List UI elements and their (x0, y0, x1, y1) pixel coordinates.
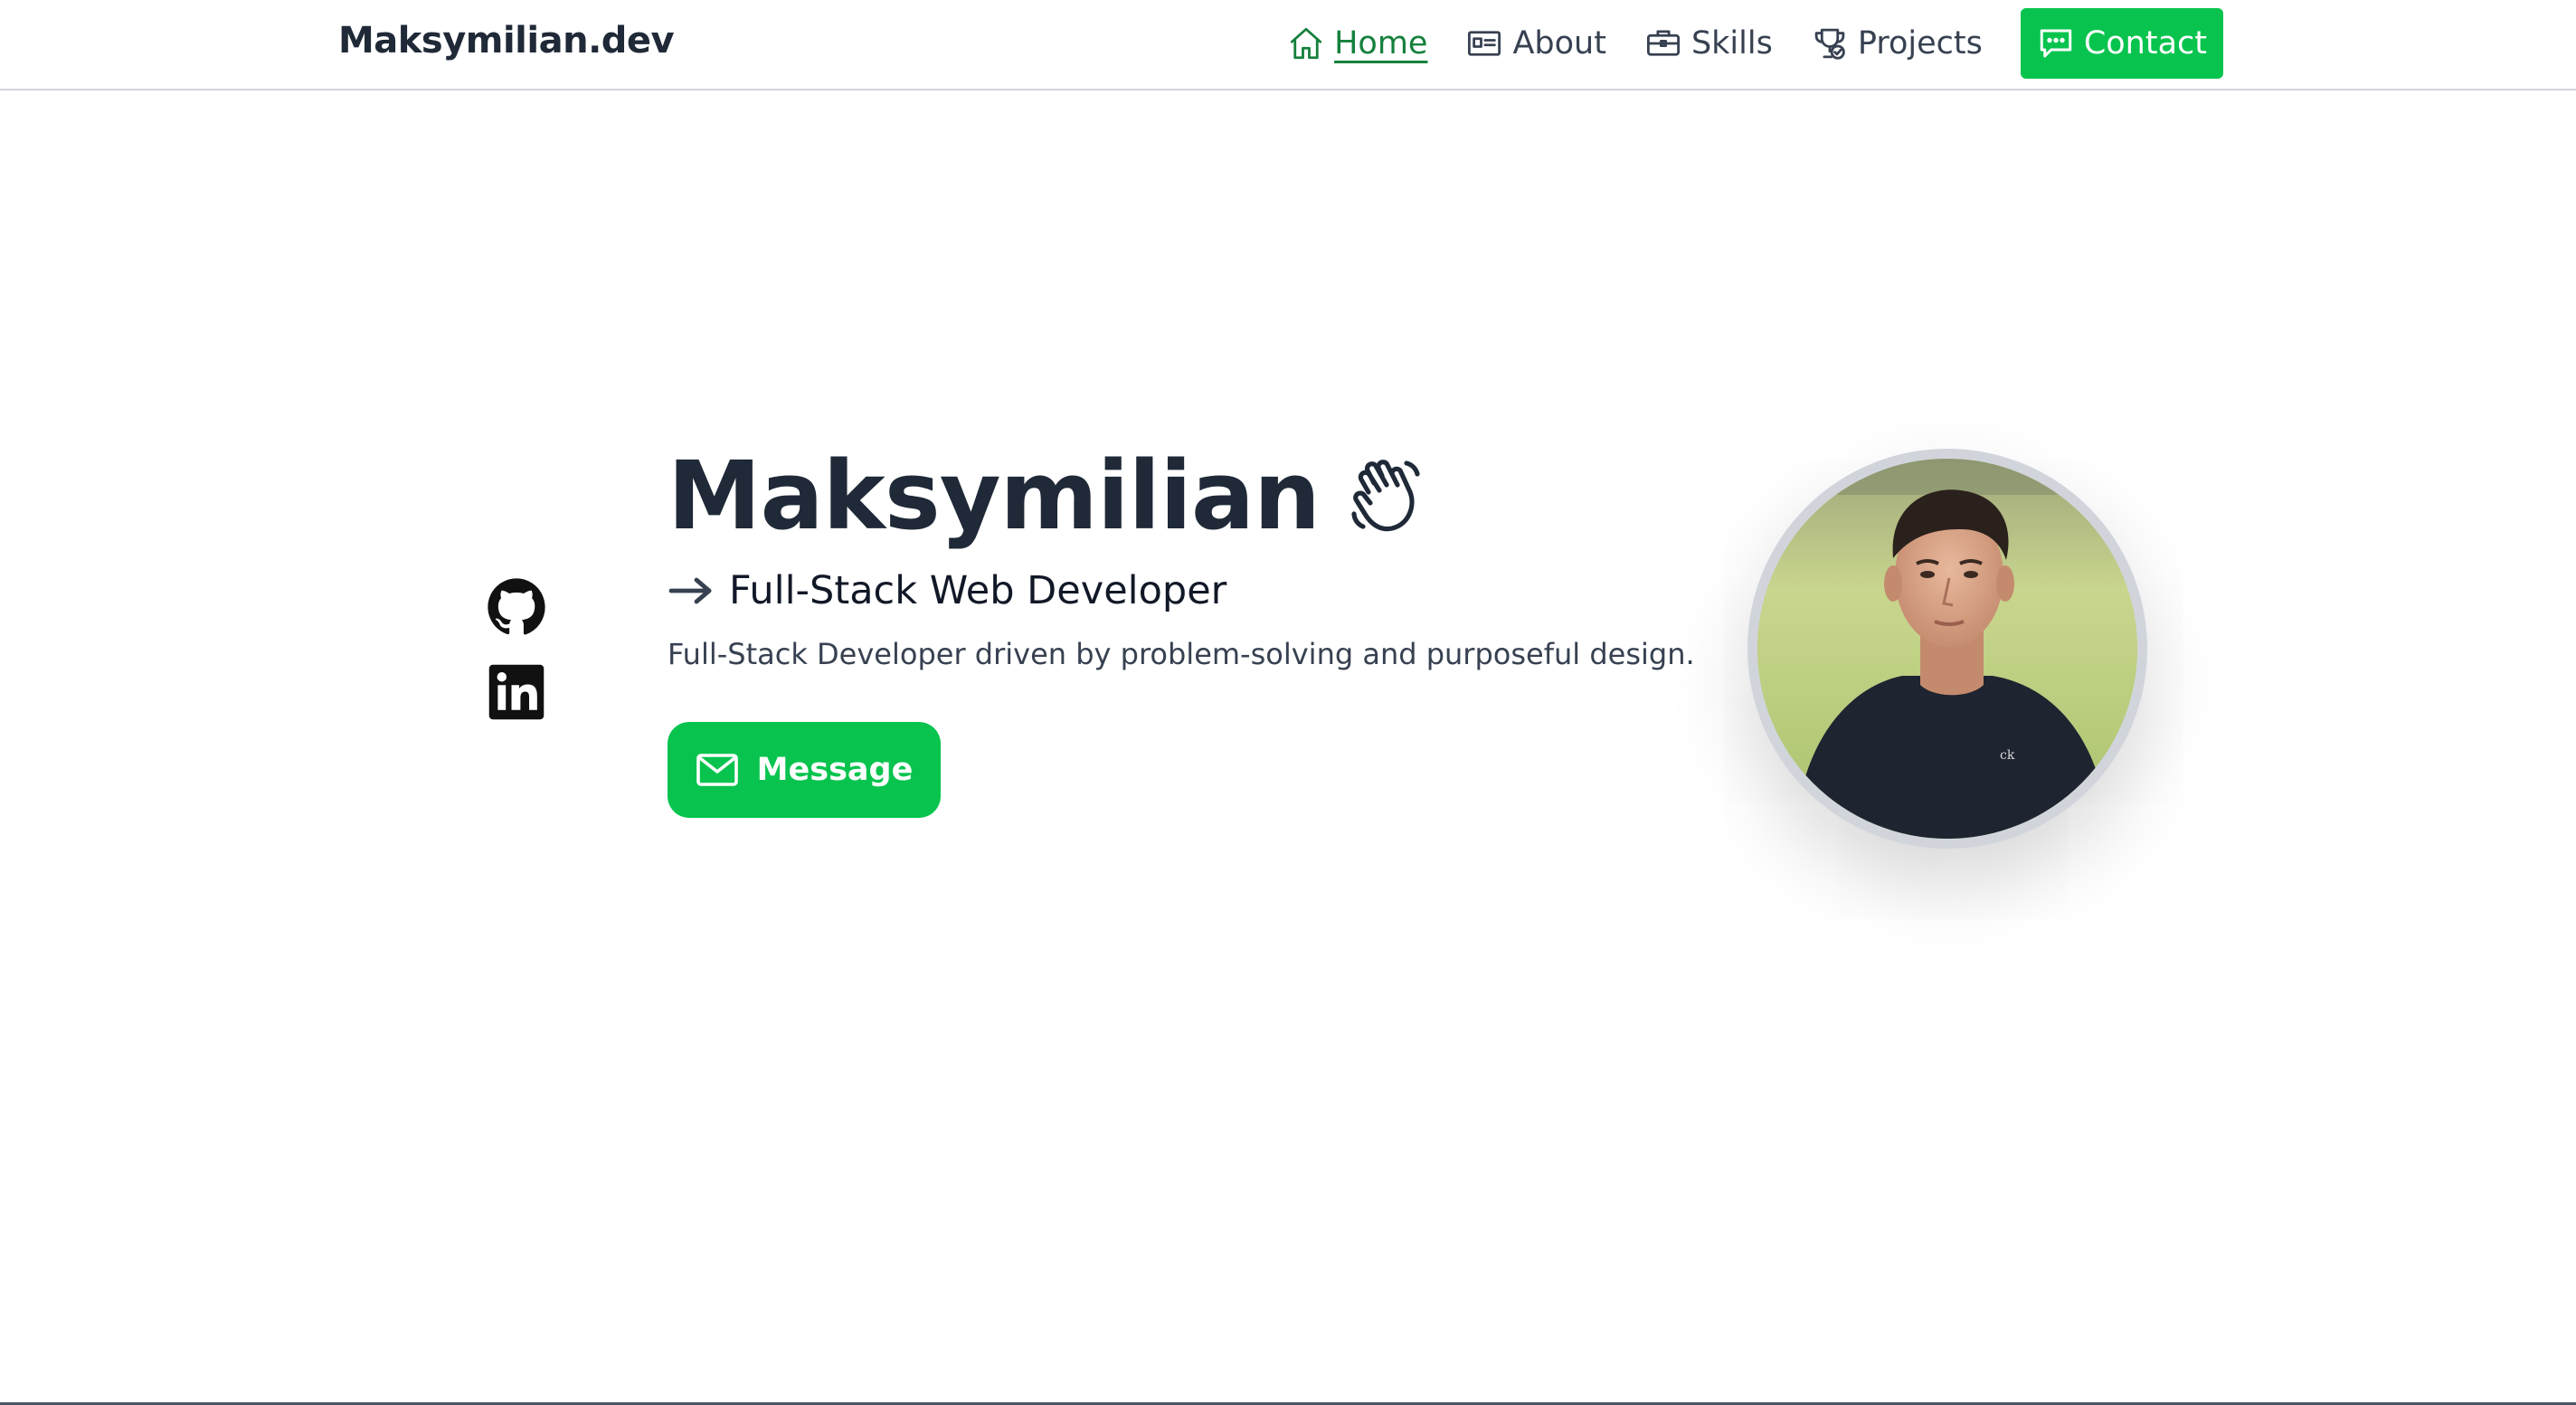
hero-section: Maksymilian Full-Stack Web Developer Ful… (668, 441, 1753, 818)
id-card-icon (1468, 31, 1501, 56)
nav-about-label: About (1512, 25, 1606, 62)
hero-name: Maksymilian (668, 441, 1321, 551)
mail-icon (696, 754, 738, 786)
portrait-illustration: ck (1757, 459, 2137, 839)
nav-skills[interactable]: Skills (1644, 24, 1773, 62)
nav-contact-button[interactable]: Contact (2020, 8, 2223, 79)
profile-photo: ck (1747, 449, 2147, 849)
message-button-label: Message (756, 752, 914, 788)
github-icon[interactable] (487, 577, 546, 637)
social-links (487, 577, 546, 722)
nav-projects-label: Projects (1857, 25, 1983, 62)
hero-role-row: Full-Stack Web Developer (668, 559, 1753, 622)
arrow-right-icon (668, 577, 712, 604)
nav-contact-label: Contact (2083, 25, 2207, 62)
svg-text:ck: ck (2000, 748, 2015, 763)
message-button[interactable]: Message (668, 722, 941, 818)
hero-description: Full-Stack Developer driven by problem-s… (668, 637, 1695, 671)
nav-skills-label: Skills (1690, 25, 1773, 62)
waving-hand-icon (1351, 460, 1420, 532)
nav-home-label: Home (1334, 25, 1428, 62)
nav-about[interactable]: About (1465, 24, 1606, 62)
brand-logo[interactable]: Maksymilian.dev (338, 20, 675, 62)
briefcase-icon (1646, 30, 1680, 56)
hero-title-row: Maksymilian (668, 441, 1753, 551)
top-navbar: Maksymilian.dev Home About Skills Projec… (0, 0, 2576, 90)
home-icon (1290, 27, 1322, 60)
hero-role: Full-Stack Web Developer (729, 568, 1227, 613)
trophy-check-icon (1814, 28, 1845, 60)
linkedin-icon[interactable] (487, 662, 546, 722)
main-nav: Home About Skills Projects Contact (1287, 8, 2223, 79)
nav-home[interactable]: Home (1287, 24, 1427, 62)
nav-projects[interactable]: Projects (1811, 24, 1983, 62)
chat-icon (2040, 29, 2072, 58)
